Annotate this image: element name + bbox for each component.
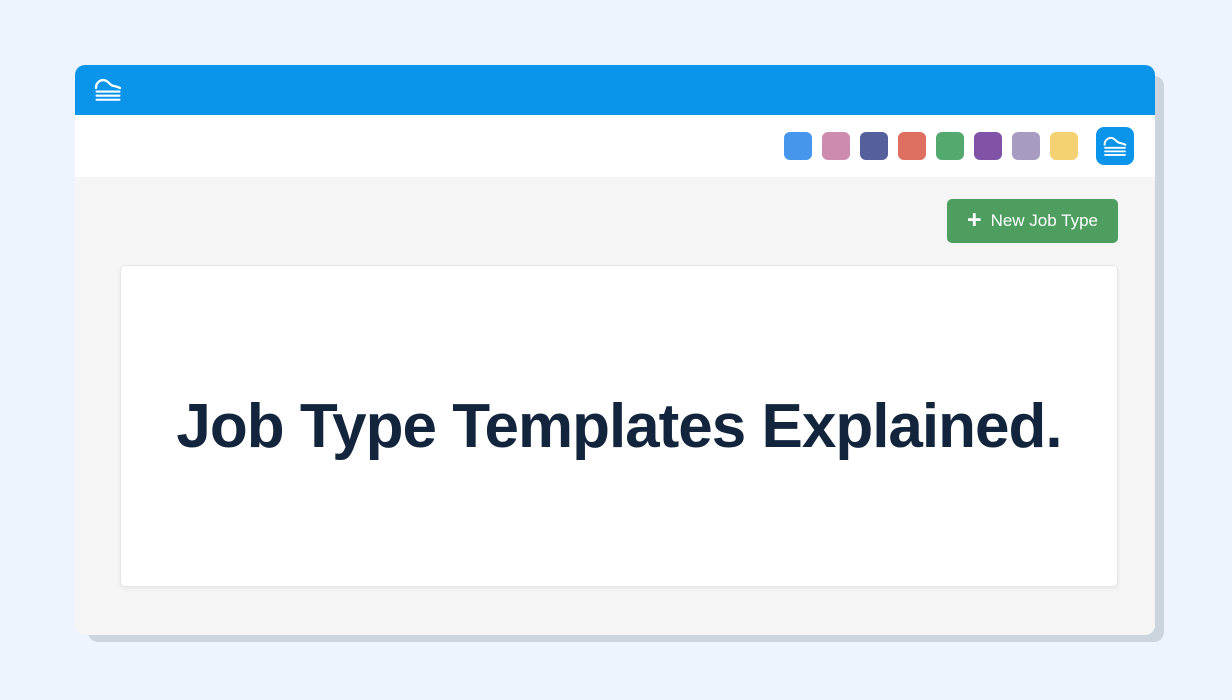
color-swatch-row: [784, 132, 1078, 160]
title-bar: [75, 65, 1155, 115]
content-area: + New Job Type Job Type Templates Explai…: [75, 177, 1155, 635]
plus-icon: +: [967, 208, 982, 233]
action-bar: + New Job Type: [120, 199, 1118, 243]
new-job-type-button[interactable]: + New Job Type: [947, 199, 1118, 243]
content-card: Job Type Templates Explained.: [120, 265, 1118, 587]
toolbar: [75, 115, 1155, 177]
new-job-type-label: New Job Type: [991, 211, 1098, 231]
swatch-blue[interactable]: [784, 132, 812, 160]
app-window: + New Job Type Job Type Templates Explai…: [75, 65, 1155, 635]
dome-lines-logo-icon: [1102, 135, 1128, 158]
swatch-purple[interactable]: [974, 132, 1002, 160]
swatch-salmon[interactable]: [898, 132, 926, 160]
swatch-lavender[interactable]: [1012, 132, 1040, 160]
swatch-yellow[interactable]: [1050, 132, 1078, 160]
swatch-green[interactable]: [936, 132, 964, 160]
dome-lines-logo-icon[interactable]: [93, 77, 123, 103]
swatch-pink[interactable]: [822, 132, 850, 160]
toolbar-logo-button[interactable]: [1096, 127, 1134, 165]
page-title: Job Type Templates Explained.: [176, 391, 1061, 462]
swatch-indigo[interactable]: [860, 132, 888, 160]
